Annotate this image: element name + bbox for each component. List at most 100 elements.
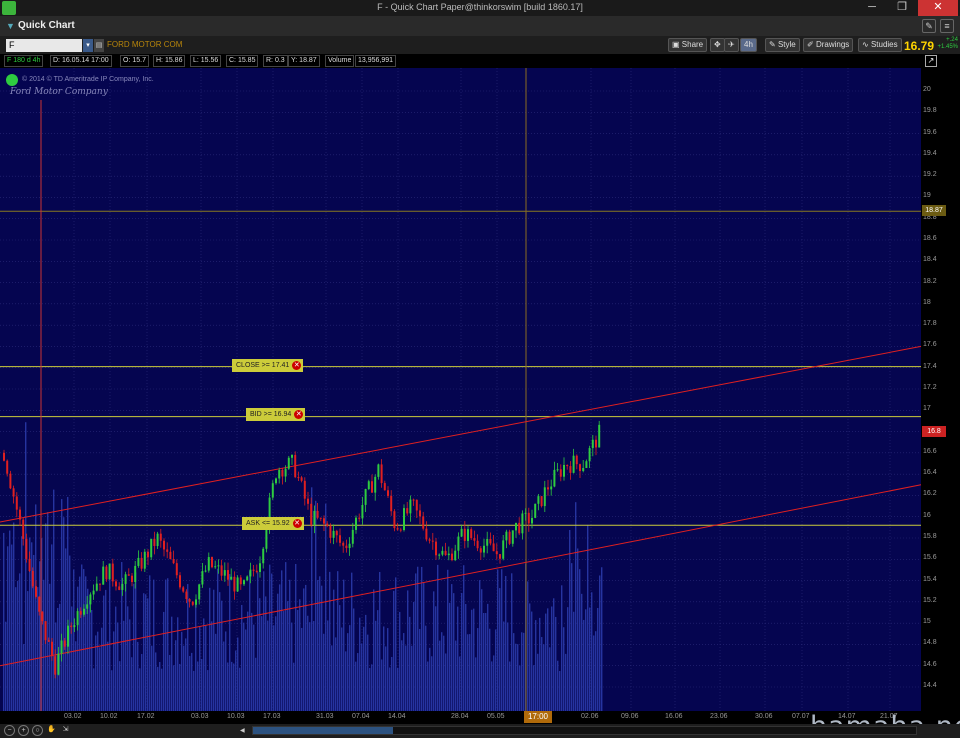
- volume-bar: [445, 653, 447, 711]
- candle-body: [502, 540, 505, 559]
- candle-body: [259, 563, 261, 572]
- candle-body: [271, 483, 274, 498]
- volume-bar: [31, 542, 33, 711]
- alert-close[interactable]: CLOSE >= 17.41 ✕: [232, 359, 304, 372]
- volume-bar: [273, 625, 275, 711]
- volume-bar: [443, 635, 445, 711]
- volume-bar: [173, 665, 175, 711]
- candle-body: [156, 533, 159, 547]
- symbol-lookup-icon[interactable]: ▤: [94, 39, 104, 52]
- price-tick-label: 19.4: [923, 149, 937, 157]
- volume-bar: [313, 621, 315, 711]
- scroll-left-icon[interactable]: ◀: [240, 727, 249, 735]
- candle-body: [531, 517, 533, 524]
- volume-bar: [227, 662, 229, 711]
- volume-bar: [211, 621, 213, 711]
- candle-body: [166, 549, 169, 552]
- volume-bar: [39, 561, 41, 711]
- volume-bar: [81, 564, 83, 711]
- alert-bid[interactable]: BID >= 16.94 ✕: [246, 408, 306, 421]
- candle-body: [95, 583, 98, 591]
- style-icon: ✎: [769, 40, 778, 49]
- close-button[interactable]: ✕: [918, 0, 958, 16]
- volume-bar: [5, 621, 7, 711]
- candle-body: [326, 523, 329, 526]
- volume-bar: [411, 645, 413, 711]
- candle-body: [396, 528, 399, 530]
- candle-body: [319, 517, 322, 519]
- drawings-button[interactable]: ✐ Drawings: [803, 38, 854, 52]
- volume-bar: [37, 587, 39, 711]
- candle-body: [163, 540, 165, 550]
- studies-button[interactable]: ∿ Studies: [858, 38, 902, 52]
- candle-body: [262, 548, 265, 564]
- price-tick-label: 15: [923, 618, 931, 626]
- candle-body: [169, 551, 172, 560]
- candle-body: [278, 469, 281, 479]
- volume-bar: [531, 611, 533, 711]
- price-tick-label: 17.8: [923, 320, 937, 328]
- zoom-out-icon[interactable]: −: [4, 725, 15, 736]
- price-chart[interactable]: [0, 68, 960, 711]
- volume-bar: [185, 638, 187, 711]
- volume-bar: [533, 665, 535, 711]
- alert-bid-delete-icon[interactable]: ✕: [294, 410, 304, 419]
- drag-icon[interactable]: ⇲: [60, 725, 71, 736]
- price-tick-label: 18.6: [923, 235, 937, 242]
- collapse-arrow-icon[interactable]: ▼: [6, 21, 15, 31]
- volume-bar: [495, 629, 497, 711]
- volume-bar: [329, 571, 331, 711]
- symbol-input[interactable]: [6, 39, 82, 52]
- volume-bar: [505, 575, 507, 711]
- volume-bar: [129, 619, 131, 711]
- time-scrollbar-thumb[interactable]: [253, 727, 393, 734]
- volume-bar: [497, 569, 499, 711]
- volume-bar: [157, 666, 159, 711]
- candle-body: [51, 641, 53, 657]
- candle-body: [380, 464, 383, 484]
- restore-button[interactable]: ❐: [888, 0, 916, 16]
- symbol-dropdown-icon[interactable]: ▾: [83, 39, 93, 52]
- menu-icon[interactable]: ≡: [940, 19, 954, 33]
- volume-bar: [527, 581, 529, 711]
- hand-icon[interactable]: ✋: [46, 725, 57, 736]
- symbol-period[interactable]: F 180 d 4h: [4, 55, 44, 67]
- zoom-reset-icon[interactable]: ○: [32, 725, 43, 736]
- volume-bar: [599, 575, 601, 711]
- zoom-in-icon[interactable]: +: [18, 725, 29, 736]
- volume-bar: [99, 647, 101, 711]
- aggregation-button[interactable]: 4h: [740, 38, 757, 52]
- volume-bar: [23, 644, 25, 711]
- volume-bar: [19, 573, 21, 711]
- candle-body: [83, 608, 85, 615]
- alert-ask-delete-icon[interactable]: ✕: [292, 519, 302, 528]
- candle-body: [563, 465, 565, 477]
- candle-body: [243, 580, 245, 585]
- candle-body: [111, 563, 114, 582]
- volume-bar: [415, 573, 417, 711]
- style-button[interactable]: ✎ Style: [765, 38, 800, 52]
- copyright-text: © 2014 © TD Ameritrade IP Company, Inc.: [22, 76, 154, 83]
- volume-bar: [319, 576, 321, 711]
- volume-bar: [155, 652, 157, 711]
- wrench-icon[interactable]: ✈: [724, 38, 739, 52]
- volume-bar: [193, 670, 195, 711]
- volume-bar: [371, 664, 373, 711]
- share-button[interactable]: ▣ Share: [668, 38, 708, 52]
- candle-body: [313, 510, 316, 525]
- volume-bar: [571, 563, 573, 711]
- minimize-button[interactable]: ─: [858, 0, 886, 16]
- pin-icon[interactable]: ✎: [922, 19, 936, 33]
- candle-body: [201, 571, 204, 585]
- cursor-icon[interactable]: ✥: [710, 38, 725, 52]
- volume-bar: [447, 569, 449, 711]
- candle-body: [505, 531, 508, 541]
- volume-bar: [165, 579, 167, 711]
- alert-close-delete-icon[interactable]: ✕: [292, 361, 302, 370]
- alert-ask[interactable]: ASK <= 15.92 ✕: [242, 517, 304, 530]
- expand-icon[interactable]: ↗: [925, 55, 937, 67]
- time-tick-label: 17.03: [263, 713, 281, 720]
- candle-body: [473, 538, 476, 541]
- volume-bar: [223, 641, 225, 711]
- candle-body: [57, 653, 60, 675]
